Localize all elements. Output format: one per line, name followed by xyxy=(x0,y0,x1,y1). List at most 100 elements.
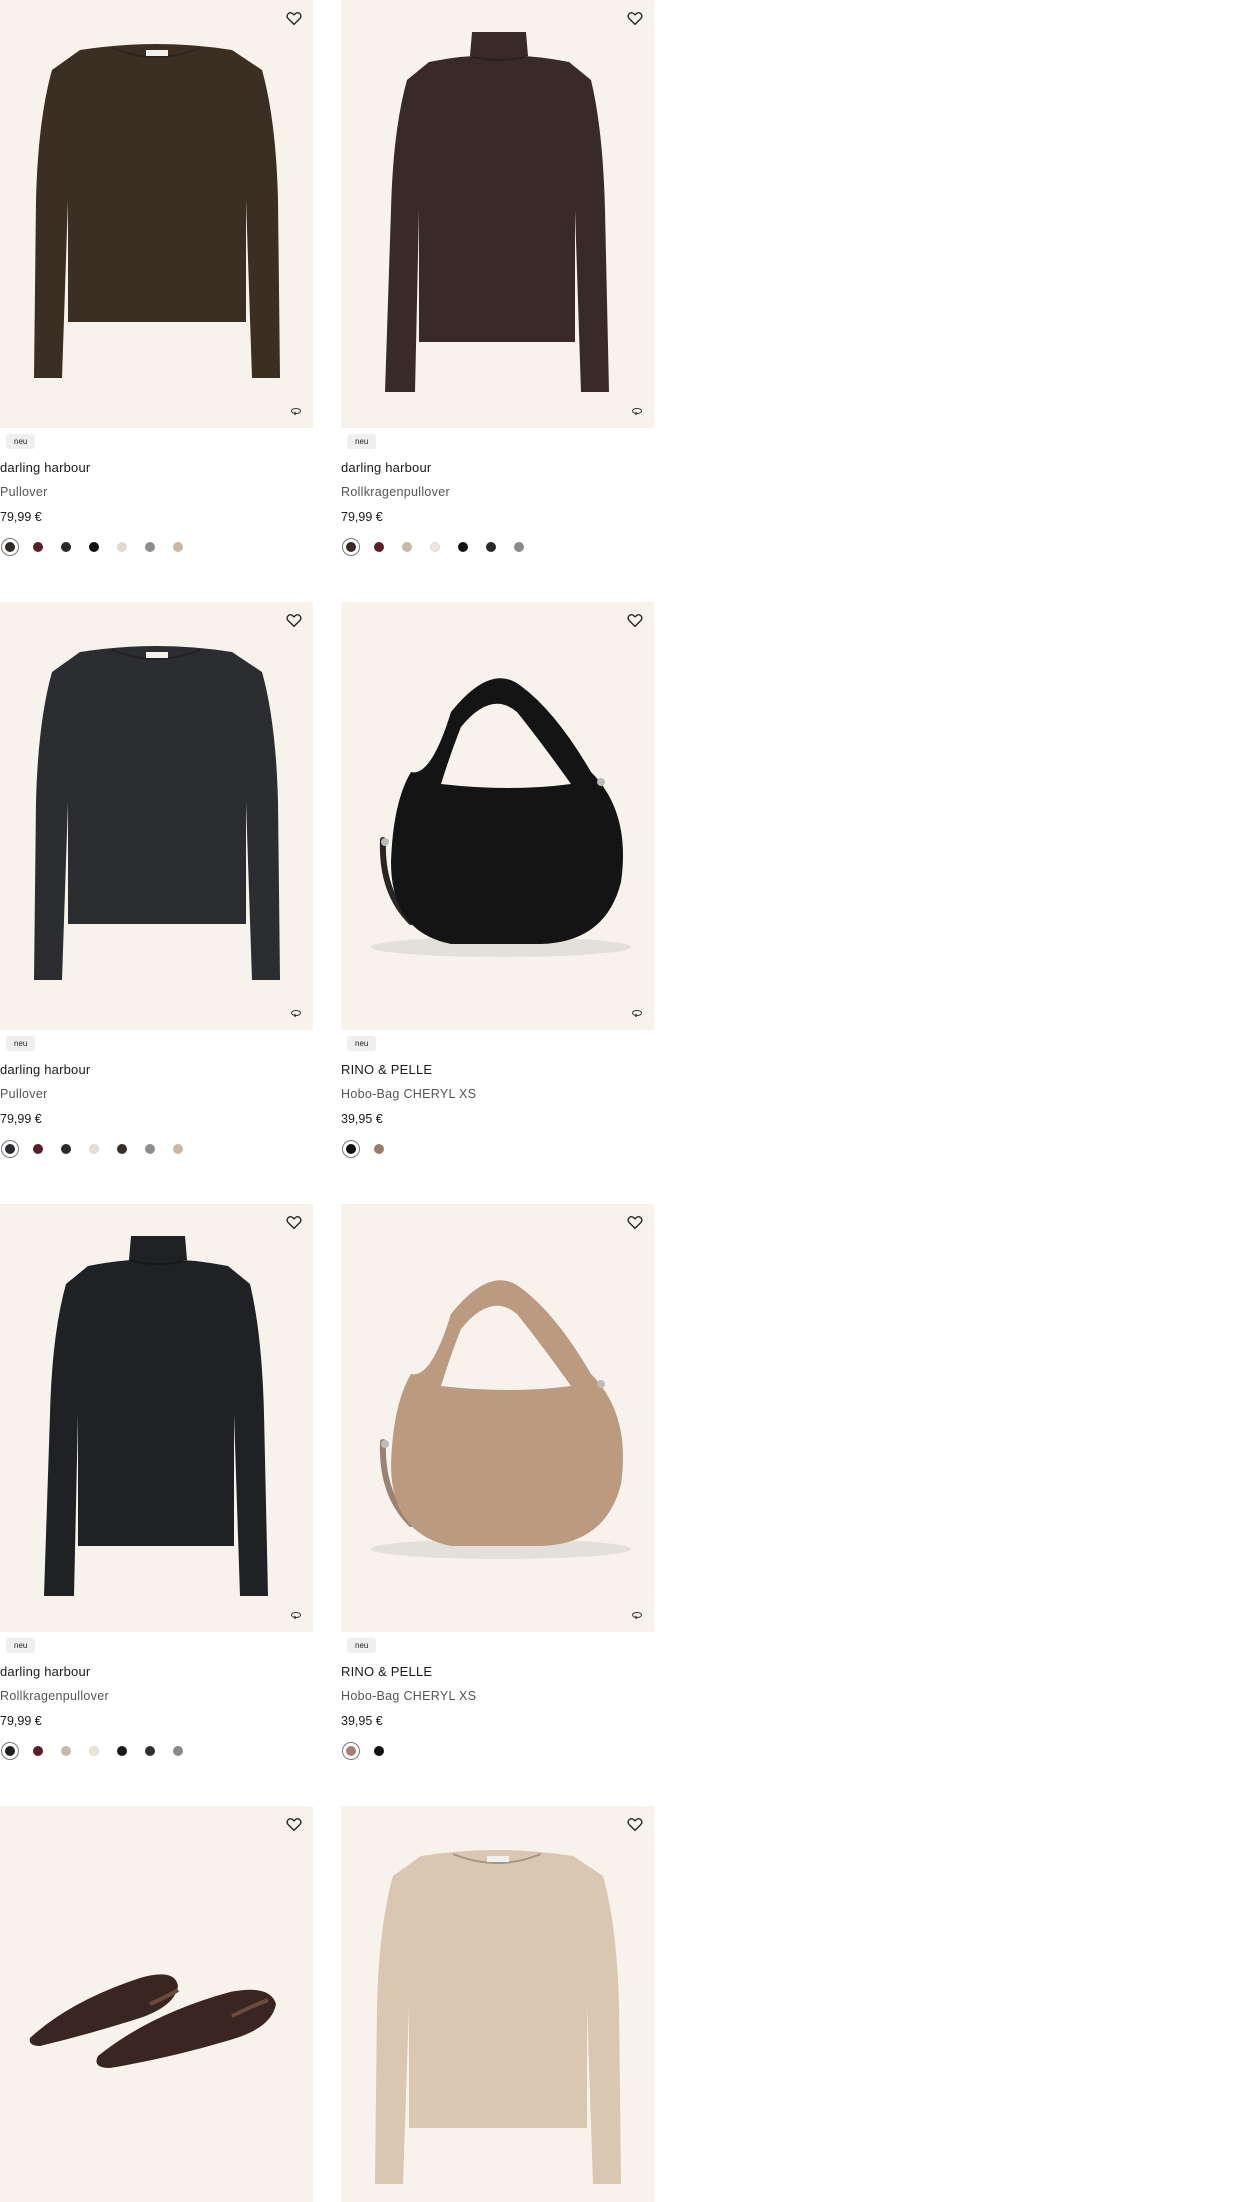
product-name: Pullover xyxy=(0,1087,48,1101)
360-view-button[interactable] xyxy=(290,1008,302,1018)
loafers-image xyxy=(29,1974,276,2068)
heart-icon xyxy=(286,1818,302,1832)
color-swatch[interactable] xyxy=(30,539,46,555)
wishlist-button[interactable] xyxy=(285,1213,303,1231)
color-swatch[interactable] xyxy=(343,1743,359,1759)
product-card[interactable]: neu darling harbour Pullover 79,99 € xyxy=(0,0,313,552)
wishlist-button[interactable] xyxy=(285,9,303,27)
product-image[interactable] xyxy=(341,0,654,428)
product-card[interactable] xyxy=(341,1806,654,2202)
color-swatches xyxy=(343,539,539,555)
product-brand: darling harbour xyxy=(0,1062,91,1077)
color-swatch[interactable] xyxy=(2,539,18,555)
product-image[interactable] xyxy=(0,0,313,428)
product-name: Rollkragenpullover xyxy=(0,1689,109,1703)
color-swatch[interactable] xyxy=(2,1743,18,1759)
color-swatch[interactable] xyxy=(86,1743,102,1759)
product-card[interactable]: neu darling harbour Rollkragenpullover 79,9… xyxy=(341,0,654,552)
product-name: Hobo-Bag CHERYL XS xyxy=(341,1087,477,1101)
product-card[interactable]: neu darling harbour Pullover 79,99 € xyxy=(0,602,313,1154)
turtleneck-image xyxy=(44,1236,268,1596)
product-image[interactable] xyxy=(0,1204,313,1632)
new-badge: neu xyxy=(347,434,377,449)
new-badge: neu xyxy=(347,1036,377,1051)
new-badge: neu xyxy=(347,1638,377,1653)
color-swatches xyxy=(2,1141,198,1157)
color-swatch[interactable] xyxy=(142,1141,158,1157)
heart-icon xyxy=(627,614,643,628)
product-image[interactable] xyxy=(0,602,313,1030)
product-image[interactable] xyxy=(341,1806,654,2202)
heart-icon xyxy=(627,12,643,26)
product-image[interactable] xyxy=(341,602,654,1030)
color-swatch[interactable] xyxy=(371,1141,387,1157)
color-swatch[interactable] xyxy=(114,1743,130,1759)
heart-icon xyxy=(286,12,302,26)
color-swatch[interactable] xyxy=(114,539,130,555)
wishlist-button[interactable] xyxy=(626,611,644,629)
product-card[interactable] xyxy=(0,1806,313,2202)
product-image[interactable] xyxy=(341,1204,654,1632)
product-image[interactable] xyxy=(0,1806,313,2202)
color-swatch[interactable] xyxy=(58,539,74,555)
color-swatch[interactable] xyxy=(483,539,499,555)
color-swatch[interactable] xyxy=(511,539,527,555)
color-swatch[interactable] xyxy=(58,1141,74,1157)
product-card[interactable]: neu RINO & PELLE Hobo-Bag CHERYL XS 39,95 € xyxy=(341,1204,654,1756)
heart-icon xyxy=(286,614,302,628)
color-swatch[interactable] xyxy=(86,539,102,555)
360-view-button[interactable] xyxy=(290,1610,302,1620)
360-view-button[interactable] xyxy=(631,1008,643,1018)
360-view-button[interactable] xyxy=(631,1610,643,1620)
color-swatch[interactable] xyxy=(114,1141,130,1157)
wishlist-button[interactable] xyxy=(285,611,303,629)
color-swatch[interactable] xyxy=(30,1743,46,1759)
product-name: Pullover xyxy=(0,485,48,499)
heart-icon xyxy=(627,1818,643,1832)
sweater-image xyxy=(375,1850,621,2184)
360-view-button[interactable] xyxy=(631,406,643,416)
wishlist-button[interactable] xyxy=(626,1815,644,1833)
product-name: Rollkragenpullover xyxy=(341,485,450,499)
hobo-bag-image xyxy=(371,1280,631,1559)
color-swatch[interactable] xyxy=(371,539,387,555)
color-swatch[interactable] xyxy=(343,539,359,555)
product-brand: darling harbour xyxy=(0,1664,91,1679)
360-view-icon xyxy=(632,408,642,416)
wishlist-button[interactable] xyxy=(285,1815,303,1833)
color-swatch[interactable] xyxy=(455,539,471,555)
heart-icon xyxy=(627,1216,643,1230)
color-swatch[interactable] xyxy=(58,1743,74,1759)
product-price: 79,99 € xyxy=(341,510,383,524)
new-badge: neu xyxy=(6,1638,36,1653)
product-name: Hobo-Bag CHERYL XS xyxy=(341,1689,477,1703)
color-swatch[interactable] xyxy=(2,1141,18,1157)
product-card[interactable]: neu RINO & PELLE Hobo-Bag CHERYL XS 39,95 € xyxy=(341,602,654,1154)
product-brand: RINO & PELLE xyxy=(341,1664,433,1679)
wishlist-button[interactable] xyxy=(626,1213,644,1231)
color-swatch[interactable] xyxy=(142,1743,158,1759)
wishlist-button[interactable] xyxy=(626,9,644,27)
color-swatch[interactable] xyxy=(86,1141,102,1157)
product-price: 79,99 € xyxy=(0,1112,42,1126)
color-swatch[interactable] xyxy=(371,1743,387,1759)
color-swatches xyxy=(2,1743,198,1759)
color-swatch[interactable] xyxy=(142,539,158,555)
heart-icon xyxy=(286,1216,302,1230)
hobo-bag-image xyxy=(371,678,631,957)
360-view-icon xyxy=(632,1010,642,1018)
new-badge: neu xyxy=(6,434,36,449)
360-view-icon xyxy=(632,1612,642,1620)
color-swatch[interactable] xyxy=(399,539,415,555)
color-swatch[interactable] xyxy=(170,539,186,555)
color-swatch[interactable] xyxy=(343,1141,359,1157)
color-swatch[interactable] xyxy=(30,1141,46,1157)
color-swatch[interactable] xyxy=(170,1743,186,1759)
color-swatch[interactable] xyxy=(170,1141,186,1157)
sweater-image xyxy=(34,646,280,980)
product-price: 79,99 € xyxy=(0,510,42,524)
360-view-button[interactable] xyxy=(290,406,302,416)
color-swatch[interactable] xyxy=(427,539,443,555)
product-card[interactable]: neu darling harbour Rollkragenpullover 79,9… xyxy=(0,1204,313,1756)
new-badge: neu xyxy=(6,1036,36,1051)
